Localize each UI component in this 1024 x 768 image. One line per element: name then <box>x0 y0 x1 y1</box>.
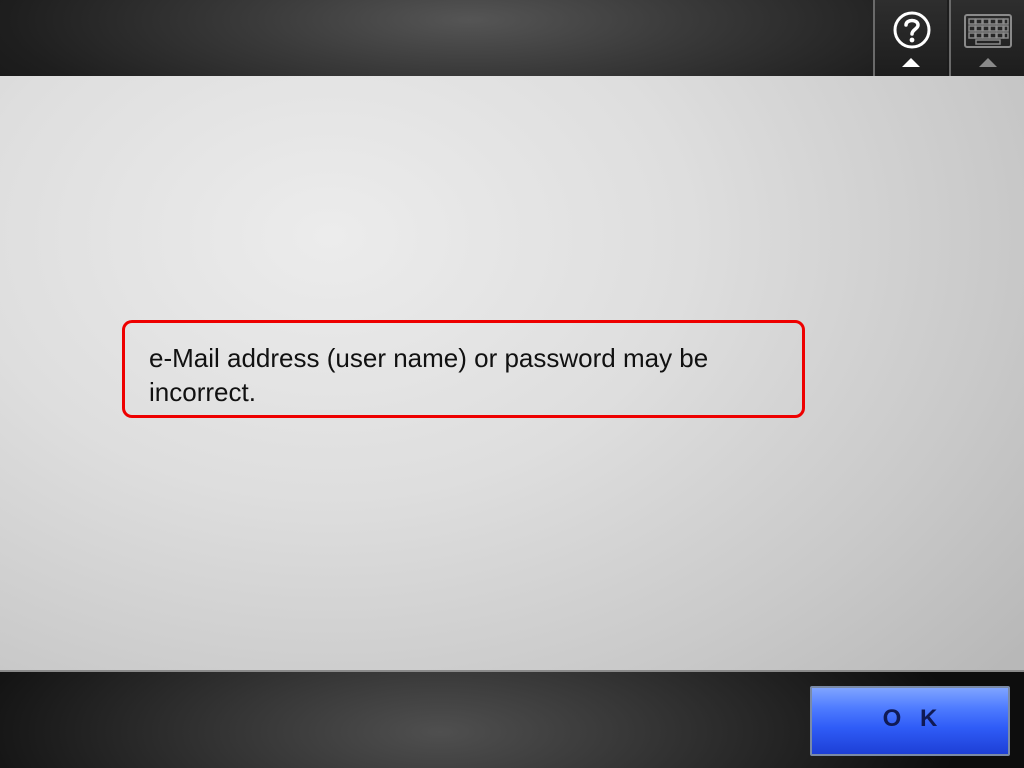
up-arrow-icon <box>978 58 997 67</box>
error-screen: e-Mail address (user name) or password m… <box>0 0 1024 768</box>
message-area: e-Mail address (user name) or password m… <box>0 76 1024 670</box>
help-question-icon <box>893 11 931 49</box>
keyboard-button[interactable] <box>949 0 1024 76</box>
error-message-text: e-Mail address (user name) or password m… <box>149 343 709 407</box>
help-button[interactable] <box>873 0 947 76</box>
bottom-bar: O K <box>0 670 1024 768</box>
keyboard-icon <box>964 14 1012 48</box>
up-arrow-icon <box>902 58 920 67</box>
top-bar <box>0 0 1024 76</box>
error-message-box: e-Mail address (user name) or password m… <box>122 320 805 418</box>
ok-button[interactable]: O K <box>810 686 1010 756</box>
